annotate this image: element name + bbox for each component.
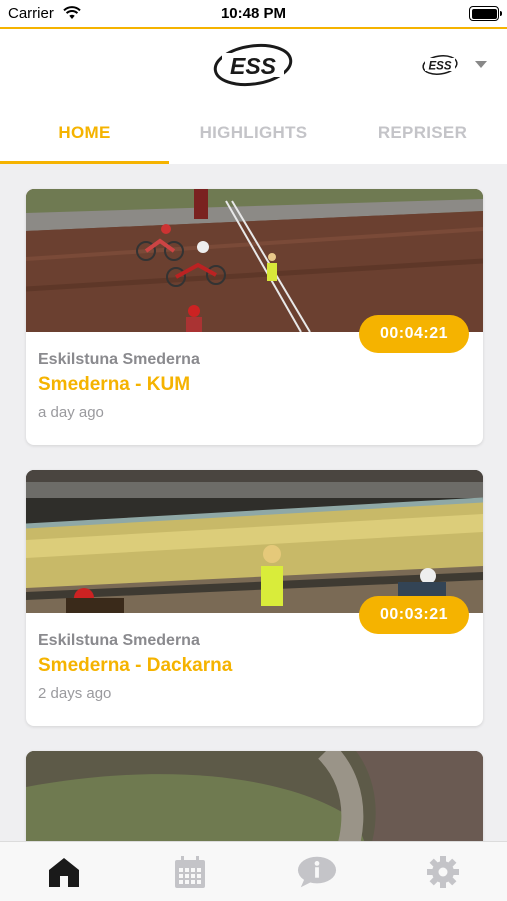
svg-text:ESS: ESS [230, 53, 277, 79]
published-time: 2 days ago [38, 685, 112, 702]
status-bar: Carrier 10:48 PM [0, 0, 507, 29]
video-card[interactable]: 00:04:21 Eskilstuna Smederna Smederna - … [26, 189, 483, 445]
video-feed: 00:04:21 Eskilstuna Smederna Smederna - … [0, 164, 507, 841]
published-time: a day ago [38, 404, 104, 421]
gear-icon [427, 856, 459, 888]
duration-badge: 00:04:21 [359, 315, 469, 353]
duration-badge: 00:03:21 [359, 596, 469, 634]
ess-logo: ESS [210, 39, 296, 96]
video-title[interactable]: Smederna - Dackarna [38, 655, 471, 677]
settings-tab-button[interactable] [423, 852, 463, 892]
video-card[interactable]: 00:03:21 Eskilstuna Smederna Smederna - … [26, 470, 483, 726]
home-icon [49, 858, 79, 887]
status-time: 10:48 PM [220, 5, 287, 22]
calendar-icon [175, 856, 205, 888]
tab-repriser[interactable]: REPRISER [338, 101, 507, 164]
home-tab-button[interactable] [44, 852, 84, 892]
video-title[interactable]: Smederna - KUM [38, 374, 471, 396]
info-tab-button[interactable] [297, 852, 337, 892]
club-name: Eskilstuna Smederna [38, 351, 200, 368]
club-name: Eskilstuna Smederna [38, 632, 200, 649]
top-tabs: HOME HIGHLIGHTS REPRISER [0, 101, 507, 164]
app-header: ESS ESS [0, 29, 507, 101]
chevron-down-icon[interactable] [475, 61, 487, 68]
tab-home[interactable]: HOME [0, 101, 169, 164]
video-thumbnail[interactable] [26, 751, 483, 841]
calendar-tab-button[interactable] [170, 852, 210, 892]
bottom-tab-bar [0, 841, 507, 901]
video-thumbnail[interactable] [26, 470, 483, 613]
info-icon [297, 856, 337, 888]
video-thumbnail[interactable] [26, 189, 483, 332]
battery-icon [469, 6, 502, 21]
video-card[interactable] [26, 751, 483, 841]
svg-text:ESS: ESS [428, 61, 451, 73]
tab-highlights[interactable]: HIGHLIGHTS [169, 101, 338, 164]
team-selector[interactable]: ESS [421, 53, 459, 82]
